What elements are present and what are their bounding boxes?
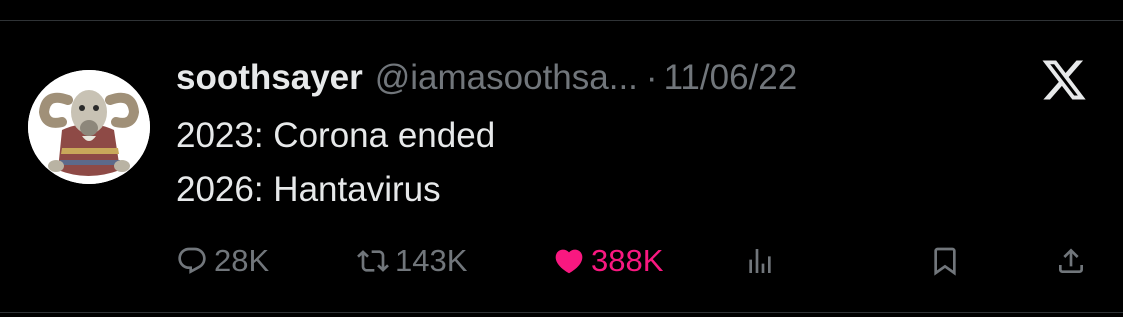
goat-character-image xyxy=(28,70,150,184)
separator-dot: · xyxy=(645,58,658,97)
bookmark-icon xyxy=(934,247,956,276)
analytics-icon xyxy=(749,249,771,273)
reply-icon xyxy=(178,247,206,274)
repost-count: 143K xyxy=(395,243,468,278)
author-handle[interactable]: @iamasoothsa... xyxy=(375,58,638,98)
like-button[interactable]: 388K xyxy=(553,241,663,281)
top-divider xyxy=(0,20,1123,21)
reply-button[interactable]: 28K xyxy=(176,241,269,281)
avatar[interactable] xyxy=(28,70,150,184)
share-button[interactable] xyxy=(1055,241,1093,281)
bookmark-button[interactable] xyxy=(929,241,967,281)
views-button[interactable] xyxy=(744,241,782,281)
like-count: 388K xyxy=(591,243,664,278)
tweet-line-2: 2026: Hantavirus xyxy=(176,170,441,209)
tweet-text: 2023: Corona ended 2026: Hantavirus xyxy=(176,109,495,217)
repost-button[interactable]: 143K xyxy=(357,241,467,281)
share-icon xyxy=(1059,248,1083,273)
x-logo-icon xyxy=(1040,56,1088,104)
heart-icon xyxy=(555,249,583,274)
author-name[interactable]: soothsayer xyxy=(176,58,363,98)
reply-count: 28K xyxy=(214,243,270,278)
repost-icon xyxy=(357,250,389,272)
tweet-line-1: 2023: Corona ended xyxy=(176,116,496,155)
tweet-date[interactable]: 11/06/22 xyxy=(664,58,798,98)
tweet-header: soothsayer @iamasoothsa... · 11/06/22 xyxy=(176,56,797,100)
bottom-divider xyxy=(0,312,1123,313)
